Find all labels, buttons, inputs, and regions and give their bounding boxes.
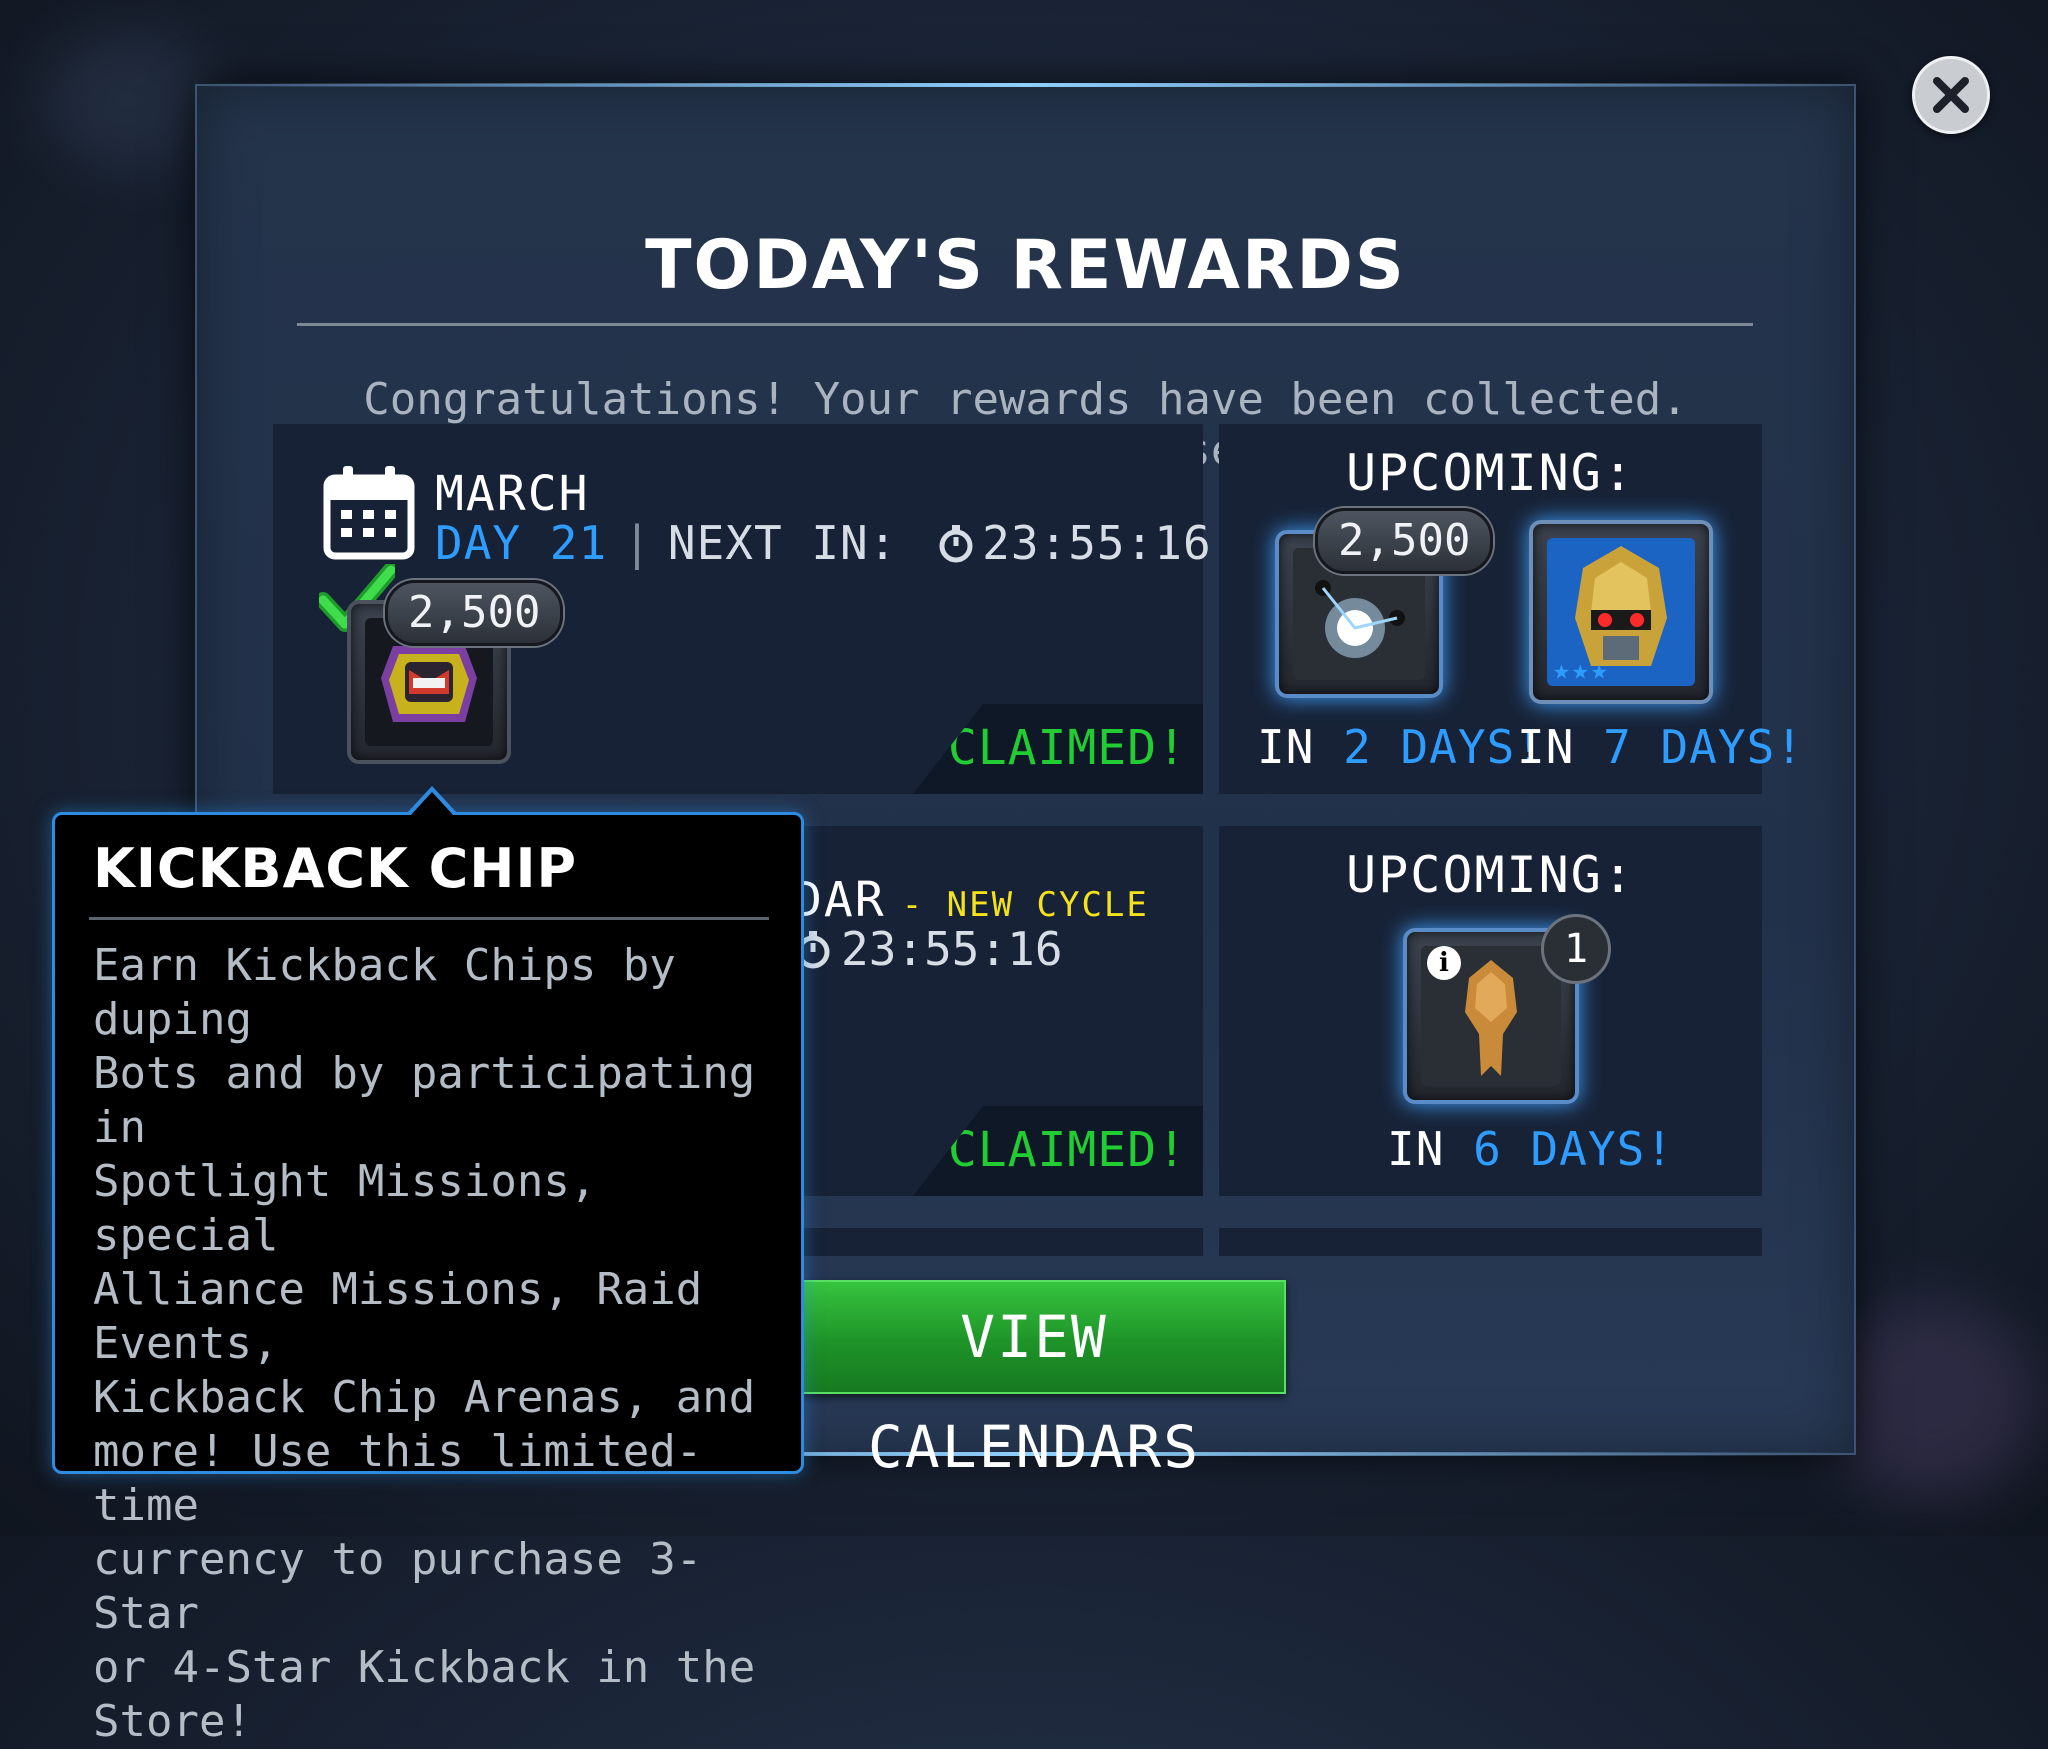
next-in-timer: 23:55:16 [841, 922, 1063, 976]
upcoming-panel-3 [1219, 1228, 1762, 1256]
modal-top-glow [197, 83, 1854, 87]
modal-title: TODAY'S REWARDS [645, 226, 1406, 305]
claimed-status: CLAIMED! [947, 720, 1187, 776]
in-prefix: IN [1517, 720, 1575, 774]
upcoming-days-2: IN 7 DAYS! [1517, 720, 1804, 774]
calendar-timer-line: 23:55:16 [793, 922, 1063, 976]
kickback-chip-tooltip: KICKBACK CHIP Earn Kickback Chips by dup… [52, 812, 804, 1747]
background-blur [40, 30, 220, 170]
next-in-label: NEXT IN: [667, 516, 898, 570]
tooltip-pointer-inner [410, 792, 454, 816]
calendar-day: DAY 21 [435, 516, 608, 570]
days-count: 2 DAYS! [1343, 720, 1544, 774]
claimed-tab: CLAIMED! [913, 1106, 1203, 1196]
item-count-badge: 1 [1541, 914, 1611, 984]
stopwatch-icon [939, 525, 973, 563]
upcoming-days-1: IN 2 DAYS! [1257, 720, 1544, 774]
upcoming-title: UPCOMING: [1346, 846, 1635, 904]
close-button[interactable] [1912, 56, 1990, 134]
upcoming-amount-badge: 2,500 [1315, 508, 1494, 574]
upcoming-days-3: IN 6 DAYS! [1387, 1122, 1674, 1176]
in-prefix: IN [1387, 1122, 1445, 1176]
tooltip-body: Earn Kickback Chips by duping Bots and b… [93, 940, 756, 1747]
tooltip-divider [89, 917, 769, 920]
info-glyph: i [1439, 948, 1449, 978]
info-icon[interactable]: i [1427, 946, 1461, 980]
next-in-timer: 23:55:16 [982, 516, 1212, 570]
upcoming-panel-2: UPCOMING: i 1 IN 6 DAYS! [1219, 826, 1762, 1196]
calendar-day-line: DAY 21 | NEXT IN: 23:55:16 [435, 516, 1212, 570]
view-calendars-button[interactable]: VIEW CALENDARS [782, 1280, 1286, 1481]
upcoming-title: UPCOMING: [1346, 444, 1635, 502]
claimed-status: CLAIMED! [947, 1122, 1187, 1178]
star-rating: ★★★ [1553, 653, 1610, 686]
close-icon [1933, 77, 1969, 113]
calendar-icon [323, 466, 415, 560]
reward-amount-badge: 2,500 [385, 580, 564, 646]
calendar-title: DAR [793, 872, 886, 928]
separator: | [623, 516, 652, 570]
claimed-tab: CLAIMED! [913, 704, 1203, 794]
upcoming-panel-1: UPCOMING: 2,500 ★★★ IN 2 DAYS! IN 7 DAYS… [1219, 424, 1803, 794]
calendar-month: MARCH [435, 466, 590, 522]
tooltip-title: KICKBACK CHIP [93, 837, 578, 900]
title-divider [297, 323, 1753, 326]
days-count: 7 DAYS! [1603, 720, 1804, 774]
in-prefix: IN [1257, 720, 1315, 774]
upcoming-item-bot[interactable]: ★★★ [1529, 520, 1713, 704]
calendar-title-fragment: DAR - NEW CYCLE [793, 872, 1149, 928]
new-cycle-label: - NEW CYCLE [901, 885, 1149, 925]
reward-frame: ★★★ [1547, 538, 1695, 686]
march-calendar-panel: MARCH DAY 21 | NEXT IN: 23:55:16 2,500 CLA… [273, 424, 1211, 794]
days-count: 6 DAYS! [1473, 1122, 1674, 1176]
